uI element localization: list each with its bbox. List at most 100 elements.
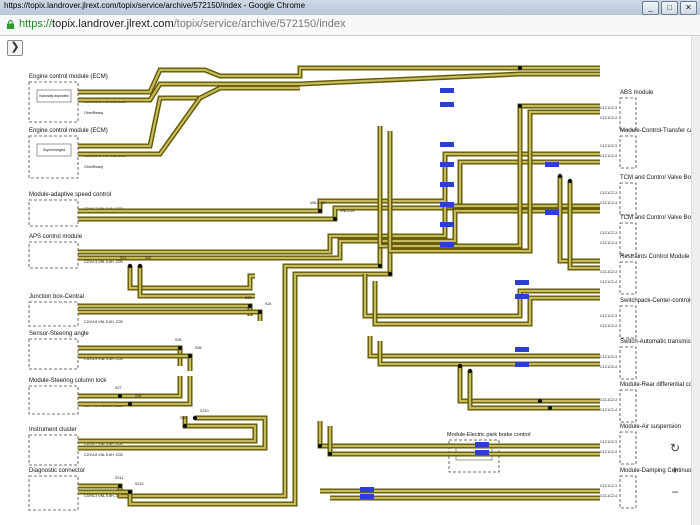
right-module-label: TCM and Control Valve Bod <box>620 175 692 181</box>
splice-dot <box>567 178 573 184</box>
connector-tag <box>515 294 529 299</box>
maximize-button[interactable]: □ <box>661 1 678 15</box>
splice-dot <box>257 309 263 315</box>
connector-pin-label: C1C1C2-4 <box>600 201 617 205</box>
connector-tag <box>440 102 454 107</box>
left-module-label: Junction box-Central <box>29 294 84 300</box>
bus-auto-2-outer <box>377 341 600 367</box>
splice-dot <box>317 208 323 214</box>
right-module-box <box>619 222 637 256</box>
left-module-box <box>28 199 79 227</box>
splice-label: SJ10 <box>200 409 209 413</box>
bus-sw-1 <box>363 274 600 318</box>
connector-tag <box>545 210 559 215</box>
splice-label: SJ9 <box>180 416 187 420</box>
left-module-box <box>28 301 79 327</box>
connector-pin-label: C1C1C2-4 <box>600 280 617 284</box>
connector-tag <box>440 162 454 167</box>
splice-label: VNL5.2L <box>340 209 355 213</box>
connector-pin-label: C1C1C2-3 <box>600 231 617 235</box>
minimize-button[interactable]: _ <box>642 1 659 15</box>
bottom-module-label: Module-Electric park brake control <box>447 432 530 438</box>
reset-view-icon[interactable]: ↻ <box>666 440 684 456</box>
url-text[interactable]: https://topix.landrover.jlrext.com/topix… <box>19 18 346 30</box>
splice-label: SJ12 <box>135 482 144 486</box>
left-module-box <box>28 475 79 511</box>
bus-sas-2-outer <box>78 353 193 371</box>
splice-label: SJ5 <box>175 338 182 342</box>
right-module-label: Switch-Automatic transmission <box>620 339 692 345</box>
zoom-in-button[interactable]: + <box>666 462 684 478</box>
splice-dot <box>547 405 553 411</box>
right-module-label: Module-Rear differential control <box>620 382 692 388</box>
right-module-box <box>619 346 637 380</box>
right-module-label: TCM and Control Valve Bod <box>620 215 692 221</box>
connector-pin-label: C1C1C2-3 <box>600 484 617 488</box>
left-module-box <box>28 241 79 269</box>
left-module-label: Diagnostic connector <box>29 468 85 474</box>
bus-dlc-2 <box>78 241 392 506</box>
bus-dlc-2-outer <box>78 241 393 507</box>
connector-pin-label: C2/V4-8 VNL 5.6H, 2CB <box>84 453 123 457</box>
connector-pin-label: C1C1C2-4 <box>600 154 617 158</box>
bus-rcm-2-outer <box>567 181 600 271</box>
connector-tag <box>475 442 489 447</box>
right-module-box <box>619 305 637 339</box>
splice-label: SJ4 <box>265 302 272 306</box>
bus-jb-2-outer <box>137 266 255 299</box>
splice-dot <box>517 103 523 109</box>
right-module-box <box>619 475 637 509</box>
splice-label: SJ7 <box>115 386 122 390</box>
bus-rd-1 <box>458 366 600 403</box>
connector-tag <box>440 182 454 187</box>
left-module-box <box>28 434 79 466</box>
splice-dot <box>127 401 133 407</box>
side-panel-toggle-button[interactable]: ❯ <box>7 40 23 56</box>
splice-dot <box>467 368 473 374</box>
left-module-box <box>28 338 79 370</box>
connector-tag <box>360 487 374 492</box>
connector-tag <box>515 362 529 367</box>
right-module-box <box>619 431 637 465</box>
connector-pin-label: C1C1C2-3 <box>600 355 617 359</box>
splice-dot <box>117 393 123 399</box>
bus-jb-1-outer <box>127 266 255 291</box>
splice-dot <box>127 489 133 495</box>
connector-pin-label: C1C1C2-4 <box>600 324 617 328</box>
connector-pin-label: C1C1C2-3 <box>600 191 617 195</box>
connector-pin-label: C1C1C2-3 <box>600 106 617 110</box>
left-module-label: APS control module <box>29 234 83 240</box>
close-button[interactable]: ✕ <box>680 1 697 15</box>
right-module-box <box>619 389 637 423</box>
splice-label: VNL5.6H <box>310 201 326 205</box>
splice-label: SJ1 <box>120 256 127 260</box>
right-module-label: Module-Control-Transfer case <box>620 128 692 134</box>
connector-tag <box>515 347 529 352</box>
bus-auto-1-outer <box>367 336 600 359</box>
window-controls: _ □ ✕ <box>642 1 697 15</box>
right-module-box <box>619 135 637 169</box>
lock-icon <box>6 20 15 29</box>
right-module-box <box>619 182 637 216</box>
address-bar[interactable]: https://topix.landrover.jlrext.com/topix… <box>0 15 700 36</box>
splice-dot <box>517 65 523 71</box>
vertical-scrollbar[interactable] <box>691 36 700 525</box>
connector-tag <box>475 450 489 455</box>
bus-jb-2 <box>138 266 255 298</box>
connector-pin-label: Ohm/Ready <box>84 111 103 115</box>
url-path: /topix/service/archive/572150/index <box>173 18 346 30</box>
left-module-label: Engine control module (ECM) <box>29 128 108 134</box>
left-module-label: Instrument cluster <box>29 427 77 433</box>
connector-pin-label: C1C1C2-4 <box>600 241 617 245</box>
connector-pin-label: C1C1C2-3 <box>600 144 617 148</box>
splice-dot <box>182 423 188 429</box>
wiring-diagram[interactable]: Engine control module (ECM) Naturally asp… <box>0 36 692 525</box>
window-title: https://topix.landrover.jlrext.com/topix… <box>4 1 306 10</box>
splice-dot <box>177 345 183 351</box>
left-module-label: Sensor-Steering angle <box>29 331 89 337</box>
right-module-label: Restraints Control Module (RCM) <box>620 254 692 260</box>
splice-label: SJ6 <box>195 346 202 350</box>
bus-rcm-1 <box>558 176 600 263</box>
splice-dot <box>332 216 338 222</box>
zoom-out-button[interactable]: − <box>666 484 684 500</box>
